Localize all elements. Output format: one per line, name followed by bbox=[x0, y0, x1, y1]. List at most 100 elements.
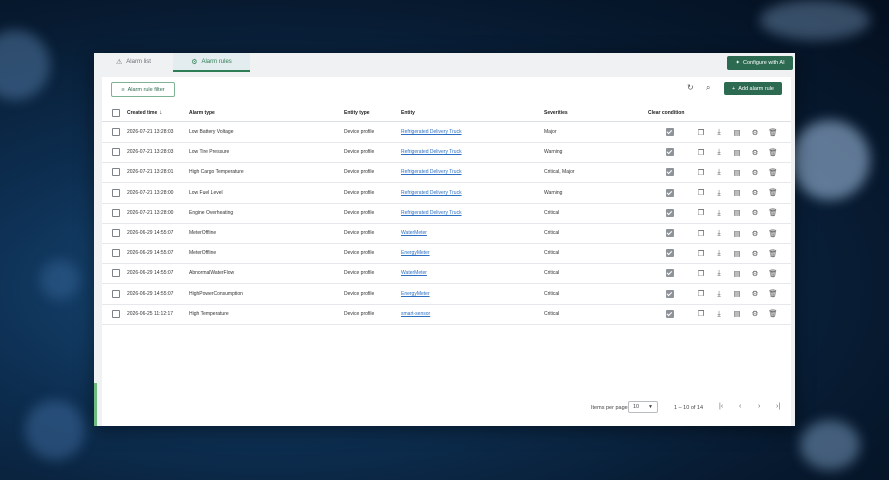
rules-icon: ⚙ bbox=[191, 58, 198, 66]
delete-icon[interactable]: 🗑 bbox=[768, 309, 778, 318]
settings-icon[interactable]: ⚙ bbox=[750, 269, 760, 278]
copy-icon[interactable]: ❐ bbox=[696, 309, 706, 318]
download-icon[interactable]: ⤓ bbox=[714, 289, 724, 299]
column-created-time[interactable]: Created time ↓ bbox=[127, 104, 162, 121]
copy-icon[interactable]: ❐ bbox=[696, 128, 706, 137]
settings-icon[interactable]: ⚙ bbox=[750, 168, 760, 177]
row-checkbox[interactable] bbox=[112, 249, 120, 258]
tab-alarm-list[interactable]: ⚠ Alarm list bbox=[116, 53, 151, 70]
settings-icon[interactable]: ⚙ bbox=[750, 188, 760, 197]
row-checkbox[interactable] bbox=[112, 128, 120, 136]
tab-alarm-rules[interactable]: ⚙ Alarm rules bbox=[173, 53, 250, 72]
download-icon[interactable]: ⤓ bbox=[714, 248, 724, 258]
row-checkbox[interactable] bbox=[112, 208, 120, 217]
table-row[interactable]: 2026-06-25 11:12:17 High Temperature Devic… bbox=[102, 304, 791, 325]
copy-icon[interactable]: ❐ bbox=[696, 249, 706, 258]
settings-icon[interactable]: ⚙ bbox=[750, 289, 760, 298]
column-entity-type[interactable]: Entity type bbox=[344, 104, 370, 121]
entity-link[interactable]: smart-sensor bbox=[401, 311, 430, 317]
entity-link[interactable]: Refrigerated Delivery Truck bbox=[401, 129, 462, 135]
settings-icon[interactable]: ⚙ bbox=[750, 249, 760, 258]
details-icon[interactable]: ▤ bbox=[732, 188, 742, 197]
download-icon[interactable]: ⤓ bbox=[714, 228, 724, 238]
add-alarm-rule-button[interactable]: + Add alarm rule bbox=[724, 82, 782, 95]
select-all-checkbox[interactable] bbox=[112, 108, 120, 117]
copy-icon[interactable]: ❐ bbox=[696, 229, 706, 238]
details-icon[interactable]: ▤ bbox=[732, 289, 742, 298]
delete-icon[interactable]: 🗑 bbox=[768, 128, 778, 137]
settings-icon[interactable]: ⚙ bbox=[750, 309, 760, 318]
entity-link[interactable]: Refrigerated Delivery Truck bbox=[401, 149, 462, 155]
entity-link[interactable]: Refrigerated Delivery Truck bbox=[401, 210, 462, 216]
next-page-icon[interactable]: › bbox=[758, 403, 760, 410]
details-icon[interactable]: ▤ bbox=[732, 229, 742, 238]
row-checkbox[interactable] bbox=[112, 229, 120, 237]
details-icon[interactable]: ▤ bbox=[732, 128, 742, 137]
copy-icon[interactable]: ❐ bbox=[696, 269, 706, 278]
row-checkbox[interactable] bbox=[112, 168, 120, 177]
delete-icon[interactable]: 🗑 bbox=[768, 229, 778, 238]
download-icon[interactable]: ⤓ bbox=[714, 208, 724, 218]
delete-icon[interactable]: 🗑 bbox=[768, 289, 778, 298]
settings-icon[interactable]: ⚙ bbox=[750, 128, 760, 137]
delete-icon[interactable]: 🗑 bbox=[768, 148, 778, 157]
delete-icon[interactable]: 🗑 bbox=[768, 168, 778, 177]
details-icon[interactable]: ▤ bbox=[732, 168, 742, 177]
alarm-rule-filter-button[interactable]: ≡ Alarm rule filter bbox=[111, 82, 175, 97]
table-row[interactable]: 2026-06-29 14:55:07 AbnormalWaterFlow Devi… bbox=[102, 263, 791, 285]
cell-created-time: 2026-06-29 14:55:07 bbox=[127, 250, 174, 257]
details-icon[interactable]: ▤ bbox=[732, 269, 742, 278]
table-row[interactable]: 2026-07-21 13:28:00 Engine Overheating Dev… bbox=[102, 203, 791, 224]
delete-icon[interactable]: 🗑 bbox=[768, 269, 778, 278]
entity-link[interactable]: Refrigerated Delivery Truck bbox=[401, 169, 462, 175]
copy-icon[interactable]: ❐ bbox=[696, 208, 706, 217]
delete-icon[interactable]: 🗑 bbox=[768, 208, 778, 217]
first-page-icon[interactable]: |‹ bbox=[719, 403, 723, 410]
settings-icon[interactable]: ⚙ bbox=[750, 148, 760, 157]
table-row[interactable]: 2026-06-29 14:55:07 MeterOffline Device pr… bbox=[102, 243, 791, 265]
column-entity[interactable]: Entity bbox=[401, 104, 415, 121]
download-icon[interactable]: ⤓ bbox=[714, 309, 724, 319]
cell-created-time: 2026-07-21 13:28:03 bbox=[127, 149, 174, 156]
details-icon[interactable]: ▤ bbox=[732, 148, 742, 157]
column-alarm-type[interactable]: Alarm type bbox=[189, 104, 215, 121]
page-size-select[interactable]: 10 ▼ bbox=[628, 401, 658, 413]
entity-link[interactable]: WaterMeter bbox=[401, 230, 427, 236]
table-row[interactable]: 2026-07-21 13:28:03 Low Battery Voltage De… bbox=[102, 122, 791, 143]
refresh-icon[interactable]: ↻ bbox=[687, 83, 694, 92]
entity-link[interactable]: EnergyMeter bbox=[401, 291, 430, 297]
download-icon[interactable]: ⤓ bbox=[714, 147, 724, 157]
search-icon[interactable]: ⌕ bbox=[706, 83, 710, 93]
previous-page-icon[interactable]: ‹ bbox=[739, 403, 741, 410]
table-row[interactable]: 2026-07-21 13:28:00 Low Fuel Level Device … bbox=[102, 183, 791, 204]
copy-icon[interactable]: ❐ bbox=[696, 168, 706, 177]
row-checkbox[interactable] bbox=[112, 289, 120, 298]
entity-link[interactable]: WaterMeter bbox=[401, 270, 427, 276]
download-icon[interactable]: ⤓ bbox=[714, 167, 724, 177]
details-icon[interactable]: ▤ bbox=[732, 249, 742, 258]
download-icon[interactable]: ⤓ bbox=[714, 188, 724, 198]
row-checkbox[interactable] bbox=[112, 269, 120, 278]
table-row[interactable]: 2026-06-29 14:55:07 HighPowerConsumption D… bbox=[102, 284, 791, 305]
row-checkbox[interactable] bbox=[112, 309, 120, 318]
table-row[interactable]: 2026-06-29 14:55:07 MeterOffline Device pr… bbox=[102, 223, 791, 244]
delete-icon[interactable]: 🗑 bbox=[768, 188, 778, 197]
details-icon[interactable]: ▤ bbox=[732, 309, 742, 318]
copy-icon[interactable]: ❐ bbox=[696, 188, 706, 197]
download-icon[interactable]: ⤓ bbox=[714, 268, 724, 278]
details-icon[interactable]: ▤ bbox=[732, 208, 742, 217]
table-row[interactable]: 2026-07-21 13:28:03 Low Tire Pressure Devi… bbox=[102, 142, 791, 164]
last-page-icon[interactable]: ›| bbox=[776, 403, 780, 410]
download-icon[interactable]: ⤓ bbox=[714, 127, 724, 137]
configure-with-ai-button[interactable]: ✦ Configure with AI bbox=[727, 56, 793, 70]
settings-icon[interactable]: ⚙ bbox=[750, 208, 760, 217]
entity-link[interactable]: Refrigerated Delivery Truck bbox=[401, 190, 462, 196]
entity-link[interactable]: EnergyMeter bbox=[401, 250, 430, 256]
table-row[interactable]: 2026-07-21 13:28:01 High Cargo Temperatur… bbox=[102, 162, 791, 184]
copy-icon[interactable]: ❐ bbox=[696, 289, 706, 298]
row-checkbox[interactable] bbox=[112, 148, 120, 157]
settings-icon[interactable]: ⚙ bbox=[750, 229, 760, 238]
row-checkbox[interactable] bbox=[112, 188, 120, 197]
delete-icon[interactable]: 🗑 bbox=[768, 249, 778, 258]
copy-icon[interactable]: ❐ bbox=[696, 148, 706, 157]
